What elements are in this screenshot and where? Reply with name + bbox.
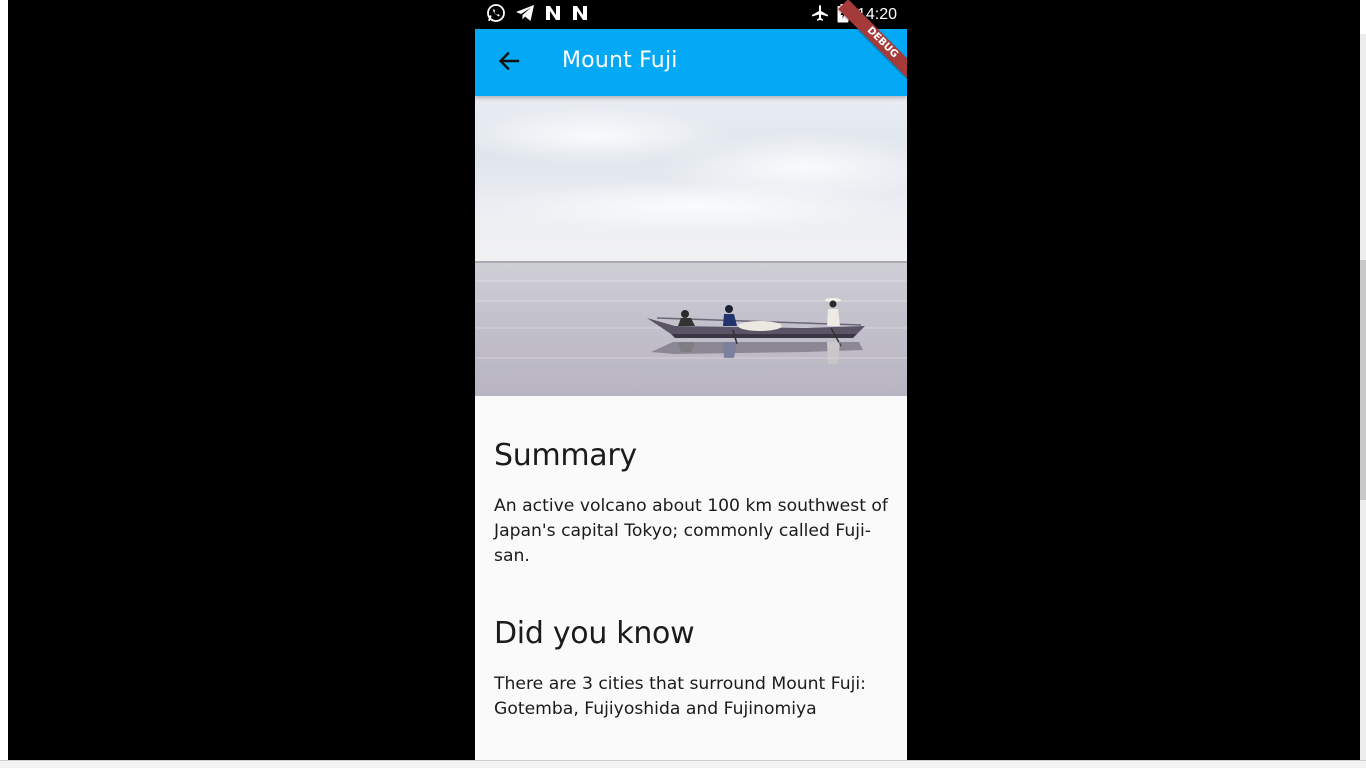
airplane-mode-icon: [811, 4, 829, 26]
whatsapp-icon: [486, 3, 506, 27]
desktop-frame: 14:20 Mount Fuji DEBUG Summary An active…: [0, 0, 1366, 768]
n-app-icon: [571, 4, 589, 26]
boat-on-lake-photo: [475, 96, 907, 396]
arrow-left-icon: [498, 51, 520, 75]
window-scrollbar[interactable]: [1360, 34, 1366, 768]
app-bar: Mount Fuji DEBUG: [475, 0, 907, 96]
did-you-know-body: There are 3 cities that surround Mount F…: [494, 674, 866, 719]
window-bottom-strip: [0, 760, 1366, 768]
n-app-icon: [544, 4, 562, 26]
summary-body: An active volcano about 100 km southwest…: [494, 496, 888, 566]
telegram-icon: [515, 4, 535, 26]
scrollbar-thumb[interactable]: [1360, 260, 1366, 500]
phone-screen: 14:20 Mount Fuji DEBUG Summary An active…: [475, 0, 907, 760]
summary-heading: Summary: [494, 438, 637, 473]
back-button[interactable]: [493, 47, 525, 79]
page-title: Mount Fuji: [562, 48, 678, 73]
hero-image: [475, 96, 907, 396]
notification-icons: [486, 4, 589, 26]
did-you-know-heading: Did you know: [494, 616, 695, 651]
